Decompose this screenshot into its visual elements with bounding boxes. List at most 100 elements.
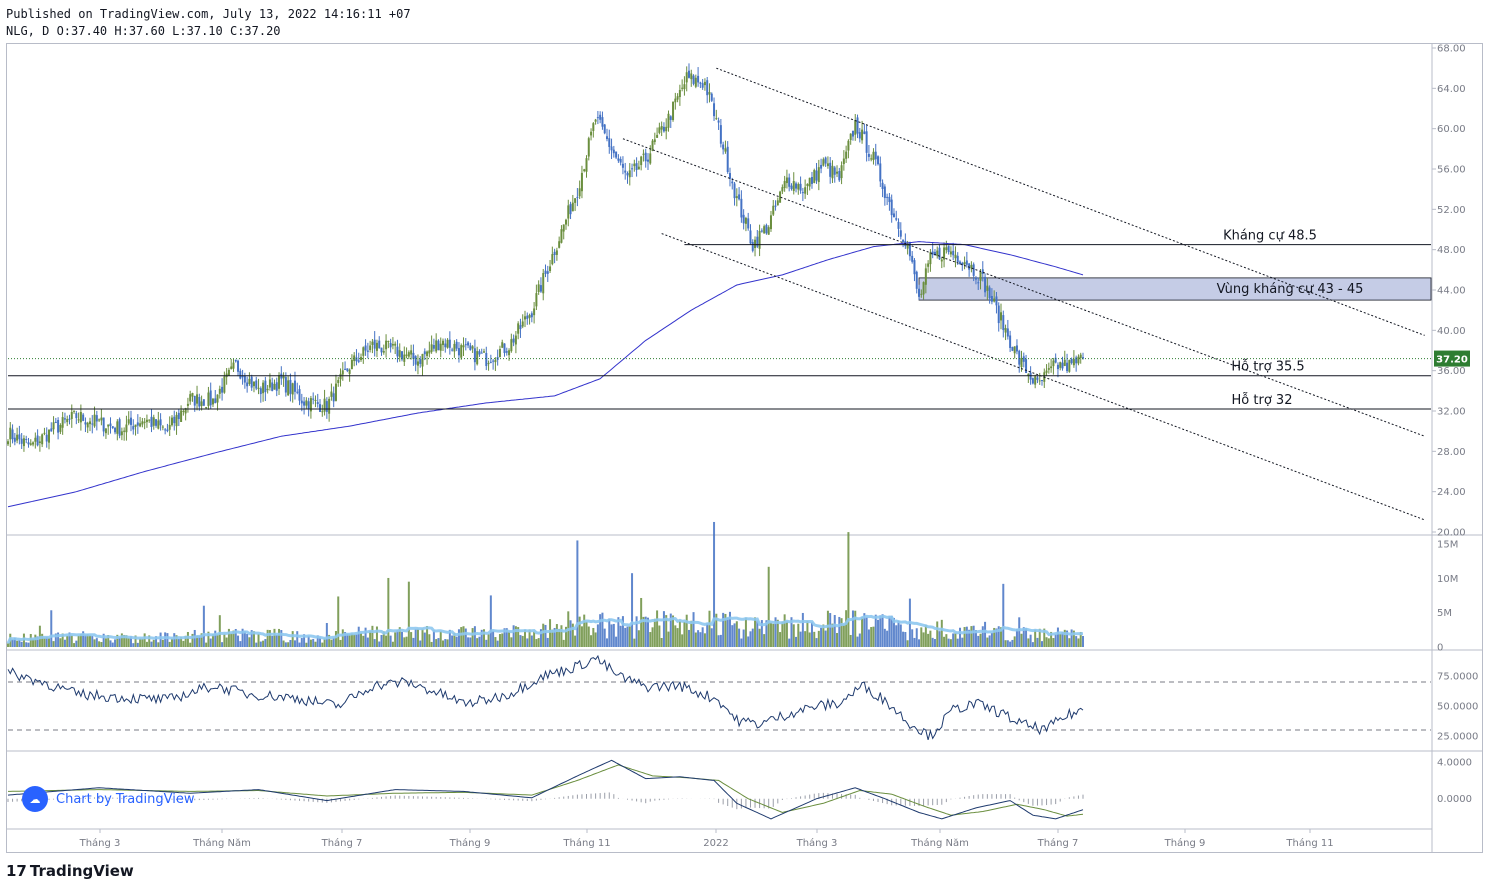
volume-bar [266, 629, 269, 647]
volume-bar [781, 621, 784, 647]
volume-bar [603, 628, 606, 647]
candle [362, 347, 365, 356]
candle [687, 70, 690, 78]
candle [533, 308, 536, 316]
candle [754, 239, 757, 249]
candle [571, 202, 574, 212]
volume-bar [337, 596, 340, 647]
volume-bar [779, 632, 782, 647]
candle [649, 153, 652, 164]
volume-bar [59, 638, 62, 647]
candle [608, 138, 611, 147]
volume-bar [93, 639, 96, 647]
candle [924, 268, 927, 285]
volume-bar [956, 638, 959, 647]
volume-bar [874, 614, 877, 647]
volume-bar [182, 640, 185, 647]
candle [697, 75, 700, 83]
volume-bar [275, 634, 278, 647]
candle [590, 131, 593, 136]
candle [1061, 362, 1064, 369]
volume-bar [922, 632, 925, 647]
candle [660, 126, 663, 130]
volume-bar [1068, 638, 1071, 647]
candle [462, 345, 465, 348]
candle [387, 341, 390, 343]
volume-bar [186, 631, 189, 647]
volume-bar [1077, 638, 1080, 647]
volume-bar [829, 613, 832, 647]
volume-bar [692, 612, 695, 647]
candle [776, 200, 779, 206]
candle [332, 393, 335, 402]
volume-bar [1009, 641, 1012, 647]
volume-bar [405, 636, 408, 647]
candle [781, 187, 784, 192]
volume-bar [970, 626, 973, 647]
candle [29, 443, 32, 445]
volume-bar [432, 630, 435, 647]
volume-bar [931, 637, 934, 647]
candle [139, 423, 142, 427]
candle [73, 410, 76, 412]
candle [175, 414, 178, 427]
tradingview-logo[interactable]: 17 TradingView [6, 862, 134, 880]
volume-bar [446, 639, 449, 647]
volume-bar [296, 631, 299, 647]
candle [665, 126, 668, 132]
candle [605, 136, 608, 140]
volume-bar [1059, 633, 1062, 647]
candle [114, 427, 117, 433]
candle [437, 340, 440, 351]
candle [339, 373, 342, 380]
candle [480, 352, 483, 354]
volume-bar [70, 635, 73, 647]
candle [102, 417, 105, 432]
candle [624, 170, 627, 173]
volume-bar [583, 614, 586, 647]
candle [145, 419, 148, 423]
candle [669, 116, 672, 120]
chart-canvas[interactable]: Vùng kháng cự 43 - 45 Kháng cự 48.5Hỗ tr… [0, 0, 1490, 890]
volume-bar [635, 616, 638, 647]
volume-bar [911, 629, 914, 647]
time-tick-label: Tháng 9 [449, 837, 491, 849]
candle [439, 343, 442, 351]
candle [116, 421, 119, 434]
volume-bar [965, 626, 968, 647]
volume-bar [312, 638, 315, 647]
tradingview-watermark[interactable]: ☁ Chart by TradingView [22, 786, 194, 812]
candle [808, 177, 811, 187]
volume-bar [442, 640, 445, 647]
volume-bar [788, 638, 791, 647]
volume-bar [806, 620, 809, 647]
volume-bar [881, 614, 884, 647]
volume-bar [849, 634, 852, 647]
volume-bar [300, 638, 303, 647]
candle [430, 344, 433, 352]
candle [514, 335, 517, 345]
candle [366, 350, 369, 352]
candle [82, 414, 85, 421]
volume-bar [851, 610, 854, 647]
volume-bar [216, 634, 219, 647]
volume-bar [473, 626, 476, 647]
candle [938, 247, 941, 260]
candle [47, 429, 50, 443]
candles [7, 63, 1084, 452]
volume-bar [1052, 638, 1055, 647]
candle [847, 140, 850, 151]
candle [795, 183, 798, 189]
candle [88, 421, 91, 425]
volume-bar [1018, 617, 1021, 647]
volume-bar [555, 624, 558, 647]
volume-bar [1054, 634, 1057, 647]
candle [790, 185, 793, 189]
volume-bar [915, 628, 918, 647]
volume-bar [988, 635, 991, 647]
candle [929, 252, 932, 265]
volume-bar [239, 641, 242, 647]
volume-tick-label: 10M [1437, 574, 1458, 585]
candle [674, 98, 677, 103]
candle [815, 170, 818, 181]
